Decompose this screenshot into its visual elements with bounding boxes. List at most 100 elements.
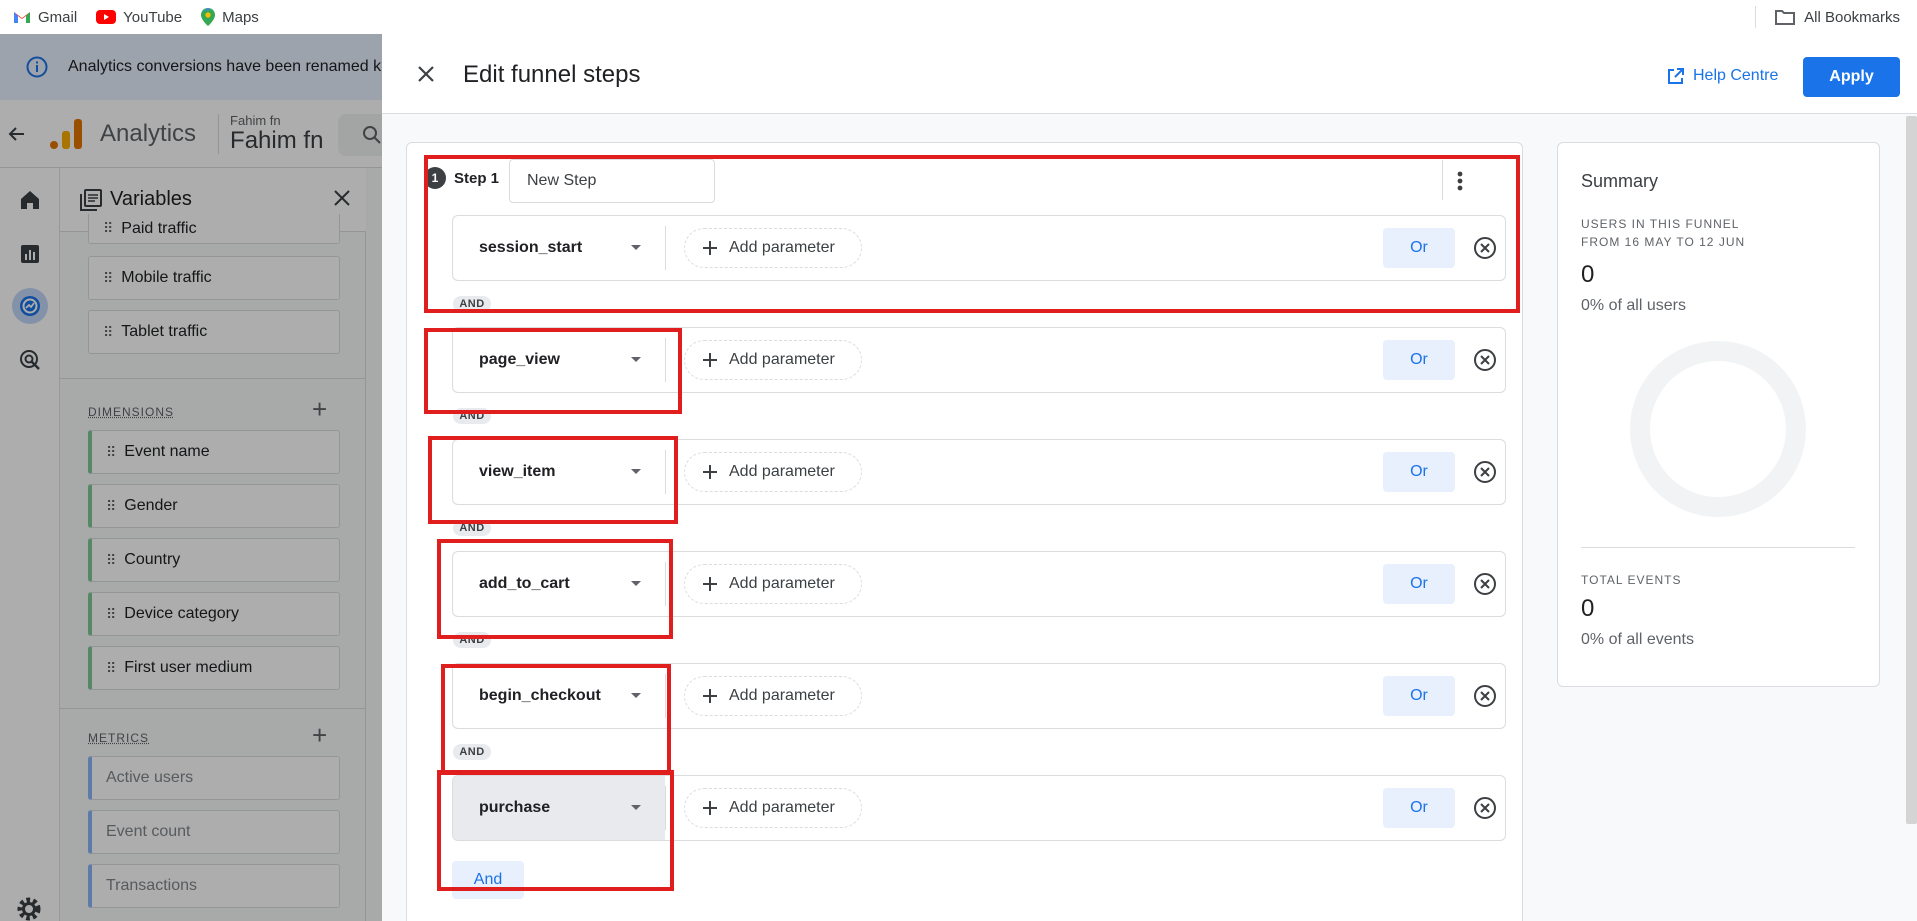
summary-card: Summary USERS IN THIS FUNNEL FROM 16 MAY… — [1557, 142, 1880, 687]
add-parameter-button[interactable]: Add parameter — [684, 788, 862, 828]
total-events-label: TOTAL EVENTS — [1581, 571, 1681, 589]
step-name-input[interactable]: New Step — [509, 159, 715, 203]
condition-row: view_item Add parameter Or — [452, 439, 1506, 505]
users-in-funnel-label: USERS IN THIS FUNNEL — [1581, 215, 1739, 233]
row-divider — [665, 450, 666, 494]
dropdown-arrow-icon — [631, 357, 641, 362]
events-value: 0 — [1581, 595, 1594, 623]
or-button[interactable]: Or — [1383, 788, 1455, 828]
remove-condition-icon[interactable] — [1473, 796, 1497, 820]
or-button[interactable]: Or — [1383, 228, 1455, 268]
bookmarks-bar: Gmail YouTube Maps All Bookmarks — [0, 0, 1917, 34]
event-dropdown[interactable]: view_item — [453, 440, 665, 504]
bookmark-label: YouTube — [123, 9, 182, 26]
or-button[interactable]: Or — [1383, 340, 1455, 380]
add-parameter-button[interactable]: Add parameter — [684, 676, 862, 716]
and-connector: AND — [453, 744, 491, 760]
step-menu-divider — [1442, 160, 1443, 200]
add-parameter-label: Add parameter — [729, 463, 835, 481]
event-name: purchase — [479, 799, 550, 817]
dropdown-arrow-icon — [631, 805, 641, 810]
dropdown-arrow-icon — [631, 469, 641, 474]
add-parameter-label: Add parameter — [729, 575, 835, 593]
condition-row: session_start Add parameter Or — [452, 215, 1506, 281]
apply-button[interactable]: Apply — [1803, 57, 1900, 97]
remove-condition-icon[interactable] — [1473, 572, 1497, 596]
bookmarks-divider — [1755, 6, 1756, 28]
row-divider — [665, 786, 666, 830]
and-connector: AND — [453, 408, 491, 424]
bookmark-youtube[interactable]: YouTube — [96, 9, 182, 26]
condition-row: add_to_cart Add parameter Or — [452, 551, 1506, 617]
add-parameter-button[interactable]: Add parameter — [684, 452, 862, 492]
gmail-icon — [13, 10, 31, 24]
condition-row: begin_checkout Add parameter Or — [452, 663, 1506, 729]
step-label: Step 1 — [454, 170, 499, 187]
row-divider — [665, 338, 666, 382]
plus-icon — [703, 689, 717, 703]
bookmark-label: Maps — [222, 9, 259, 26]
add-parameter-button[interactable]: Add parameter — [684, 340, 862, 380]
event-name: view_item — [479, 463, 555, 481]
or-button[interactable]: Or — [1383, 564, 1455, 604]
event-dropdown[interactable]: purchase — [453, 776, 665, 840]
maps-icon — [201, 8, 215, 26]
add-parameter-label: Add parameter — [729, 239, 835, 257]
all-bookmarks-label: All Bookmarks — [1804, 9, 1900, 26]
row-divider — [665, 226, 666, 270]
plus-icon — [703, 353, 717, 367]
date-range-label: FROM 16 MAY TO 12 JUN — [1581, 233, 1745, 251]
help-centre-label: Help Centre — [1693, 67, 1778, 85]
plus-icon — [703, 465, 717, 479]
more-vert-icon — [1457, 171, 1463, 191]
plus-icon — [703, 801, 717, 815]
edit-funnel-steps-dialog: Edit funnel steps Help Centre Apply 1 St… — [382, 34, 1917, 921]
folder-icon — [1775, 9, 1795, 25]
or-button[interactable]: Or — [1383, 676, 1455, 716]
row-divider — [665, 674, 666, 718]
bookmark-label: Gmail — [38, 9, 77, 26]
funnel-donut-chart — [1628, 339, 1808, 519]
add-parameter-label: Add parameter — [729, 799, 835, 817]
remove-condition-icon[interactable] — [1473, 460, 1497, 484]
summary-divider — [1581, 547, 1855, 548]
events-percentage: 0% of all events — [1581, 631, 1694, 649]
bookmark-maps[interactable]: Maps — [201, 8, 259, 26]
event-dropdown[interactable]: begin_checkout — [453, 664, 665, 728]
help-centre-link[interactable]: Help Centre — [1667, 67, 1778, 85]
event-dropdown[interactable]: add_to_cart — [453, 552, 665, 616]
and-connector: AND — [453, 520, 491, 536]
dropdown-arrow-icon — [631, 581, 641, 586]
users-value: 0 — [1581, 261, 1594, 289]
and-connector: AND — [453, 296, 491, 312]
condition-row: page_view Add parameter Or — [452, 327, 1506, 393]
bookmark-gmail[interactable]: Gmail — [13, 9, 77, 26]
remove-condition-icon[interactable] — [1473, 348, 1497, 372]
plus-icon — [703, 241, 717, 255]
event-dropdown[interactable]: page_view — [453, 328, 665, 392]
all-bookmarks[interactable]: All Bookmarks — [1755, 0, 1900, 34]
remove-condition-icon[interactable] — [1473, 236, 1497, 260]
event-name: page_view — [479, 351, 560, 369]
dialog-header: Edit funnel steps Help Centre Apply — [382, 34, 1917, 114]
open-in-new-icon — [1667, 68, 1684, 85]
or-button[interactable]: Or — [1383, 452, 1455, 492]
and-connector: AND — [453, 632, 491, 648]
event-dropdown[interactable]: session_start — [453, 216, 665, 280]
dialog-title: Edit funnel steps — [463, 61, 640, 89]
plus-icon — [703, 577, 717, 591]
users-percentage: 0% of all users — [1581, 297, 1686, 315]
add-parameter-button[interactable]: Add parameter — [684, 228, 862, 268]
add-parameter-button[interactable]: Add parameter — [684, 564, 862, 604]
event-name: add_to_cart — [479, 575, 570, 593]
remove-condition-icon[interactable] — [1473, 684, 1497, 708]
close-icon[interactable] — [416, 64, 436, 84]
and-button[interactable]: And — [452, 861, 524, 899]
add-parameter-label: Add parameter — [729, 687, 835, 705]
step-more-options-button[interactable] — [1444, 165, 1476, 197]
event-name: session_start — [479, 239, 582, 257]
step-number-badge: 1 — [424, 167, 446, 189]
vertical-scrollbar[interactable] — [1906, 116, 1917, 824]
event-name: begin_checkout — [479, 687, 601, 705]
row-divider — [665, 562, 666, 606]
